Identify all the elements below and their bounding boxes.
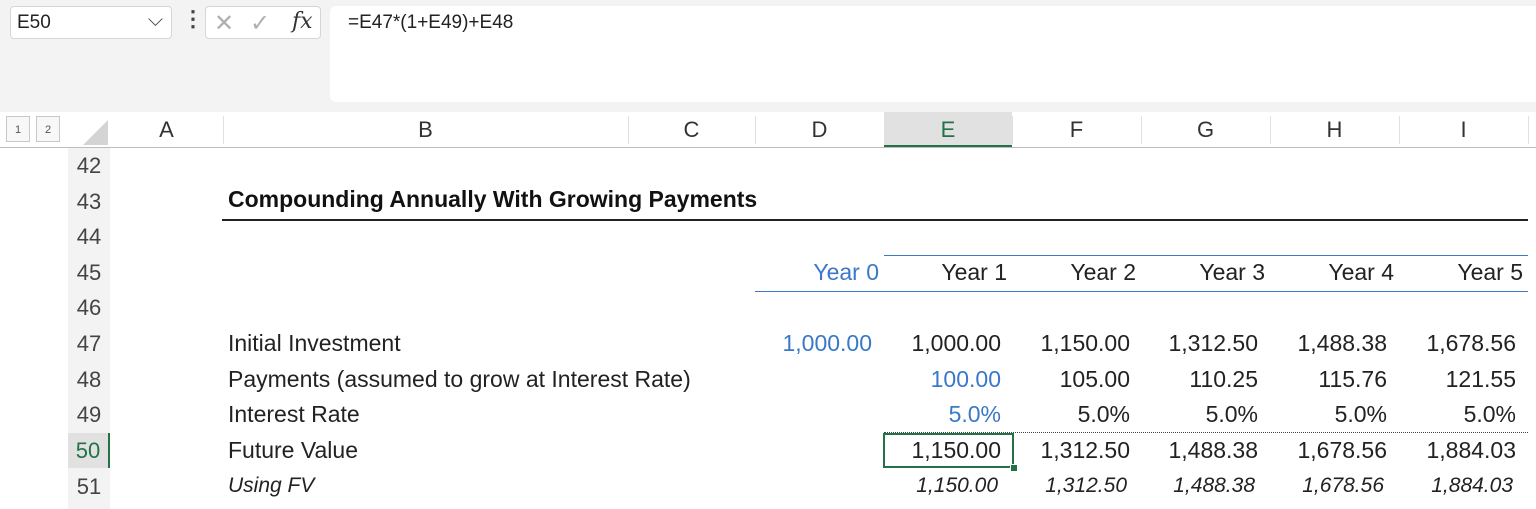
interest-rate-i[interactable]: 5.0%: [1399, 401, 1516, 428]
initial-investment-label[interactable]: Initial Investment: [228, 330, 401, 357]
interest-rate-e[interactable]: 5.0%: [884, 401, 1001, 428]
future-value-h[interactable]: 1,678.56: [1270, 437, 1387, 464]
row-header-50[interactable]: 50: [68, 433, 110, 468]
insert-function-button[interactable]: fx: [292, 9, 313, 34]
year-header-bottom-border: [755, 291, 1528, 292]
outline-level-1-button[interactable]: 1: [6, 116, 30, 142]
column-divider[interactable]: [1141, 116, 1142, 144]
year-header-d[interactable]: Year 0: [755, 259, 879, 286]
row-header-44[interactable]: 44: [68, 219, 110, 254]
name-box[interactable]: E50 ⌵: [10, 6, 172, 39]
payments-label[interactable]: Payments (assumed to grow at Interest Ra…: [228, 366, 691, 393]
using-fv-h[interactable]: 1,678.56: [1270, 474, 1384, 498]
enter-icon[interactable]: ✓: [250, 9, 270, 38]
row-header-45[interactable]: 45: [68, 255, 110, 290]
payments-e[interactable]: 100.00: [884, 366, 1001, 393]
using-fv-i[interactable]: 1,884.03: [1399, 474, 1513, 498]
column-header-i[interactable]: I: [1399, 112, 1528, 147]
column-header-h[interactable]: H: [1270, 112, 1399, 147]
using-fv-g[interactable]: 1,488.38: [1141, 474, 1255, 498]
interest-rate-h[interactable]: 5.0%: [1270, 401, 1387, 428]
payments-f[interactable]: 105.00: [1012, 366, 1130, 393]
future-value-f[interactable]: 1,312.50: [1012, 437, 1130, 464]
column-header-g[interactable]: G: [1141, 112, 1270, 147]
year-header-i[interactable]: Year 5: [1399, 259, 1523, 286]
more-options-icon[interactable]: ⋮: [182, 6, 204, 32]
using-fv-e[interactable]: 1,150.00: [884, 474, 998, 498]
row-header-47[interactable]: 47: [68, 326, 110, 361]
payments-g[interactable]: 110.25: [1141, 366, 1258, 393]
payments-i[interactable]: 121.55: [1399, 366, 1516, 393]
payments-h[interactable]: 115.76: [1270, 366, 1387, 393]
row-header-42[interactable]: 42: [68, 148, 110, 183]
row-header-46[interactable]: 46: [68, 290, 110, 325]
outline-level-2-button[interactable]: 2: [36, 116, 60, 142]
select-all-corner[interactable]: [68, 112, 110, 147]
initial-investment-d[interactable]: 1,000.00: [755, 330, 872, 357]
interest-rate-g[interactable]: 5.0%: [1141, 401, 1258, 428]
active-cell-selection[interactable]: [883, 433, 1014, 468]
column-divider[interactable]: [1399, 116, 1400, 144]
title-underline: [222, 219, 1528, 221]
formula-text: =E47*(1+E49)+E48: [348, 12, 514, 33]
chevron-down-icon[interactable]: ⌵: [148, 9, 163, 32]
column-divider[interactable]: [755, 116, 756, 144]
future-value-label[interactable]: Future Value: [228, 437, 358, 464]
fill-handle[interactable]: [1010, 464, 1018, 472]
initial-investment-e[interactable]: 1,000.00: [884, 330, 1001, 357]
year-header-top-border: [884, 255, 1528, 256]
year-header-h[interactable]: Year 4: [1270, 259, 1394, 286]
column-header-d[interactable]: D: [755, 112, 884, 147]
column-header-c[interactable]: C: [628, 112, 755, 147]
future-value-i[interactable]: 1,884.03: [1399, 437, 1516, 464]
column-divider[interactable]: [1012, 116, 1013, 144]
initial-investment-i[interactable]: 1,678.56: [1399, 330, 1516, 357]
interest-rate-label[interactable]: Interest Rate: [228, 401, 360, 428]
column-header-b[interactable]: B: [223, 112, 628, 147]
interest-rate-f[interactable]: 5.0%: [1012, 401, 1130, 428]
future-value-g[interactable]: 1,488.38: [1141, 437, 1258, 464]
year-header-f[interactable]: Year 2: [1012, 259, 1136, 286]
column-divider[interactable]: [223, 116, 224, 144]
year-header-e[interactable]: Year 1: [884, 259, 1007, 286]
formula-input[interactable]: =E47*(1+E49)+E48: [330, 6, 1536, 102]
column-divider[interactable]: [628, 116, 629, 144]
column-header-f[interactable]: F: [1012, 112, 1141, 147]
row-header-48[interactable]: 48: [68, 362, 110, 397]
using-fv-label[interactable]: Using FV: [228, 474, 314, 498]
year-header-g[interactable]: Year 3: [1141, 259, 1265, 286]
row-header-49[interactable]: 49: [68, 397, 110, 432]
row-header-51[interactable]: 51: [68, 469, 110, 504]
initial-investment-g[interactable]: 1,312.50: [1141, 330, 1258, 357]
column-divider[interactable]: [1528, 116, 1529, 144]
initial-investment-h[interactable]: 1,488.38: [1270, 330, 1387, 357]
row-header-43[interactable]: 43: [68, 184, 110, 219]
section-title: Compounding Annually With Growing Paymen…: [228, 186, 758, 212]
using-fv-f[interactable]: 1,312.50: [1012, 474, 1127, 498]
cancel-icon[interactable]: ✕: [214, 9, 234, 38]
column-divider[interactable]: [1270, 116, 1271, 144]
column-divider[interactable]: [884, 116, 885, 144]
name-box-value: E50: [17, 12, 51, 33]
formula-buttons: ✕ ✓ fx: [205, 6, 321, 39]
column-header-a[interactable]: A: [110, 112, 223, 147]
initial-investment-f[interactable]: 1,150.00: [1012, 330, 1130, 357]
column-header-e[interactable]: E: [884, 112, 1012, 147]
